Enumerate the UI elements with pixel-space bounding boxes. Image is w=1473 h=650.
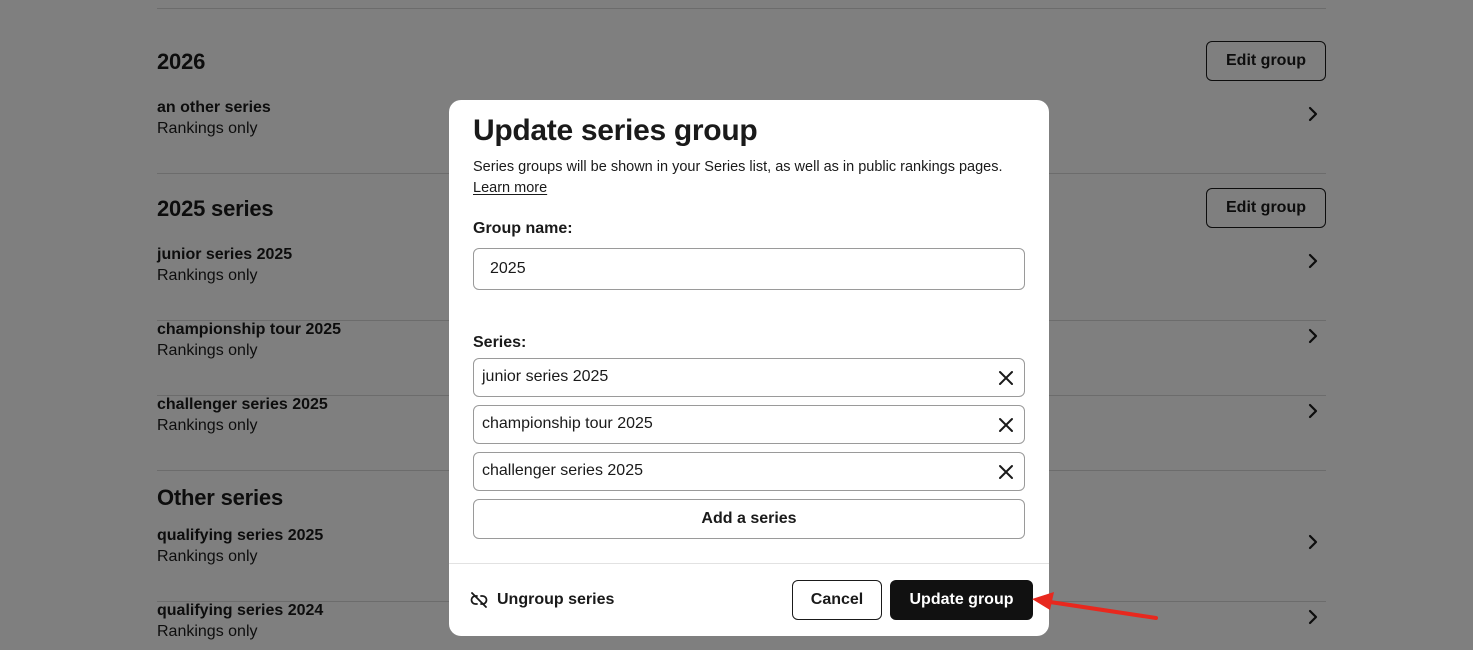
- series-label: Series:: [473, 334, 527, 351]
- close-icon[interactable]: [996, 368, 1016, 388]
- close-icon[interactable]: [996, 462, 1016, 482]
- group-name-input[interactable]: [473, 248, 1025, 290]
- update-group-button[interactable]: Update group: [890, 580, 1033, 620]
- dialog-title: Update series group: [473, 114, 758, 147]
- group-name-label: Group name:: [473, 220, 573, 237]
- add-series-button[interactable]: Add a series: [473, 499, 1025, 539]
- series-chip: championship tour 2025: [473, 405, 1025, 444]
- description-text: Series groups will be shown in your Seri…: [473, 159, 1003, 175]
- learn-more-link[interactable]: Learn more: [473, 180, 547, 196]
- divider: [449, 563, 1049, 564]
- series-chip-label: challenger series 2025: [482, 462, 643, 479]
- annotation-arrow-icon: [1032, 592, 1158, 620]
- update-series-group-dialog: Update series group Series groups will b…: [449, 100, 1049, 636]
- series-chip-label: championship tour 2025: [482, 415, 653, 432]
- series-chip: junior series 2025: [473, 358, 1025, 397]
- series-chip-label: junior series 2025: [482, 368, 609, 385]
- dialog-description: Series groups will be shown in your Seri…: [473, 157, 1013, 199]
- close-icon[interactable]: [996, 415, 1016, 435]
- series-chip: challenger series 2025: [473, 452, 1025, 491]
- unlink-icon: [470, 592, 488, 608]
- ungroup-series-button[interactable]: Ungroup series: [469, 590, 614, 610]
- cancel-button[interactable]: Cancel: [792, 580, 882, 620]
- ungroup-series-label: Ungroup series: [497, 591, 615, 608]
